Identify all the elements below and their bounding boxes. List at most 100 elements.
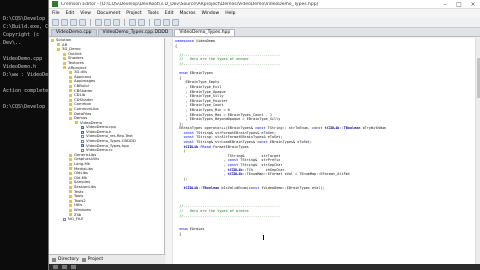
code-token: , [175, 158, 228, 163]
folder-icon [69, 75, 72, 79]
new-file-icon[interactable] [52, 19, 59, 26]
code-token: , EBrainTypes_Min = 0 [175, 107, 230, 112]
console-line: D:\ww : VideoDem [3, 72, 48, 78]
console-line: Action complete [3, 88, 48, 94]
code-token: , [175, 172, 228, 177]
tree-item-label: NO_FILE [68, 216, 84, 222]
document-tab[interactable]: VideoDemo_Types.cpp.DDDD [97, 29, 174, 36]
code-token: , [175, 163, 228, 168]
folder-icon [69, 162, 72, 166]
toolbar-divider [90, 19, 91, 26]
cut-icon[interactable] [95, 19, 102, 26]
paste-icon[interactable] [113, 19, 120, 26]
console-line: D:\CQS\Develop [3, 104, 46, 110]
code-token: tCIDLib [227, 172, 243, 177]
minimize-icon[interactable]: – [438, 1, 452, 8]
code-token: // Here are the types of ennumr [175, 57, 249, 62]
code-area[interactable]: namespace VideoDemo { //-----------------… [175, 39, 475, 237]
folder-icon [69, 107, 72, 111]
code-token: ); [175, 176, 188, 181]
save-icon[interactable] [70, 19, 77, 26]
menu-bar: File Edit View Document Project Tools Edit Macr… [49, 9, 480, 18]
code-token: VideoDemo [193, 39, 216, 43]
save-all-icon[interactable] [79, 19, 86, 26]
folder-icon [69, 158, 72, 162]
code-token: , EBrainType_Silly [175, 94, 224, 99]
menu-item[interactable]: Help [222, 11, 238, 16]
folder-icon [69, 199, 72, 203]
code-token: tCIDLib [183, 144, 199, 149]
folder-icon [69, 93, 72, 97]
menu-item[interactable]: Project [123, 11, 144, 16]
replace-icon[interactable] [163, 19, 170, 26]
console-line: Copyright (c [3, 32, 40, 38]
taskbar-app-icon[interactable] [53, 265, 58, 269]
console-line: Dev\.. [3, 40, 22, 46]
folder-icon [63, 66, 66, 70]
taskbar-app-icon[interactable] [62, 265, 67, 269]
code-token: const [257, 140, 268, 145]
find-icon[interactable] [154, 19, 161, 26]
code-token: FRead [200, 144, 211, 149]
code-token: bTryWithNum [360, 126, 386, 131]
text-caret [263, 235, 264, 240]
code-token: { [175, 231, 182, 236]
folder-icon [51, 38, 54, 42]
code-token: namespace [175, 39, 194, 43]
folder-icon [69, 84, 72, 88]
panel-tab[interactable]: Directory [52, 257, 79, 262]
panel-tab[interactable]: Project [81, 257, 103, 262]
tree-item[interactable]: NO_FILE [49, 217, 165, 222]
code-token: const [183, 130, 194, 135]
menu-item[interactable]: Window [198, 11, 222, 16]
folder-icon [57, 47, 60, 51]
code-token: , [175, 167, 228, 172]
menu-item[interactable]: Edit [162, 11, 177, 16]
editor-gutter [166, 38, 173, 264]
undo-icon[interactable] [129, 19, 136, 26]
folder-icon [69, 98, 72, 102]
folder-icon [69, 204, 72, 208]
code-token: }; [175, 121, 184, 126]
redo-icon[interactable] [138, 19, 145, 26]
code-token: EBrainTypes operator++(EBrainTypes& [175, 126, 256, 131]
menu-item[interactable]: Macros [176, 11, 198, 16]
maximize-icon[interactable]: □ [452, 1, 466, 8]
open-file-icon[interactable] [61, 19, 68, 26]
code-token: //--------------------------------------… [175, 213, 281, 218]
file-icon [63, 217, 66, 221]
code-token: ::TEnumMap::EFormat eVal = TEnumMap::EFo… [242, 172, 350, 177]
build-icon[interactable] [172, 19, 179, 26]
folder-icon [69, 181, 72, 185]
copy-icon[interactable] [104, 19, 111, 26]
menu-item[interactable]: File [49, 11, 63, 16]
code-token: EArmies [187, 227, 205, 232]
document-tab[interactable]: VideoDemo_Types.hpp [174, 29, 236, 36]
taskbar-app-icon[interactable] [71, 265, 76, 269]
code-token: ( [175, 149, 186, 154]
folder-icon [69, 116, 72, 120]
code-token: TString& strPrefix [238, 158, 281, 163]
document-tabs: VideoDemo.cpp VideoDemo_Types.cpp.DDDD Vid… [49, 28, 480, 37]
close-icon[interactable]: × [466, 1, 480, 8]
code-token: , EBrainType_Opaque [175, 89, 226, 94]
code-editor[interactable]: namespace VideoDemo { //-----------------… [166, 38, 480, 264]
document-tab[interactable]: VideoDemo.cpp [51, 29, 97, 36]
folder-icon [63, 57, 66, 61]
code-token: const [227, 158, 239, 163]
menu-item[interactable]: Edit [63, 11, 78, 16]
project-panel: Solution AR 3D_Demo Outline Shaders Textures A… [49, 38, 165, 264]
vertical-scrollbar[interactable] [475, 38, 480, 264]
window-title: Cremson Editor - [D:\CQS\Develop\DevRoot… [61, 1, 319, 7]
console-window: D:\CQS\Develop C:\Build.exe, C Copyright … [0, 0, 48, 270]
menu-item[interactable]: Tools [145, 11, 162, 16]
menu-item[interactable]: View [77, 11, 94, 16]
code-token: tCIDLib [183, 186, 199, 190]
code-token: TBoolean [343, 126, 361, 131]
code-token: TString& strTarget [175, 153, 281, 158]
menu-item[interactable]: Document [94, 11, 123, 16]
code-token: tCIDLib [322, 126, 340, 131]
console-line: D:\CQS\Develop [3, 16, 46, 22]
folder-icon [63, 52, 66, 56]
